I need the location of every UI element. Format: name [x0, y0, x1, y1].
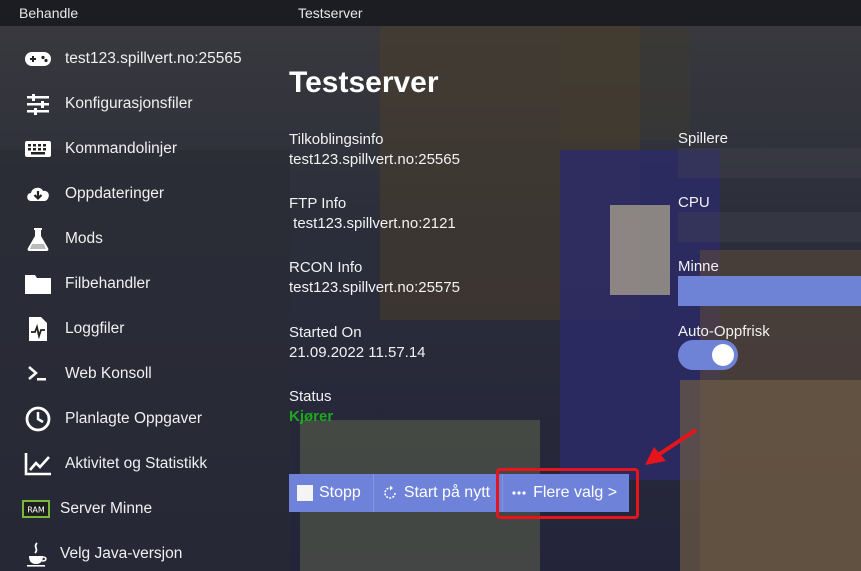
page-title: Testserver: [289, 66, 439, 99]
sidebar-item-label: Aktivitet og Statistikk: [65, 455, 208, 472]
sidebar-item-config-files[interactable]: Konfigurasjonsfiler: [22, 86, 277, 122]
status-label: Status: [289, 388, 332, 405]
java-icon: [20, 540, 52, 568]
connection-info-label: Tilkoblingsinfo: [289, 131, 384, 148]
sidebar-item-label: test123.spillvert.no:25565: [65, 50, 242, 67]
cpu-label: CPU: [678, 194, 710, 211]
highlight-box: [496, 468, 639, 519]
sidebar-item-label: Kommandolinjer: [65, 140, 177, 157]
rcon-info: RCON Info test123.spillvert.no:25575: [289, 258, 460, 298]
sidebar-item-label: Oppdateringer: [65, 185, 165, 202]
section-title: Behandle: [19, 5, 79, 21]
sidebar-item-log-files[interactable]: Loggfiler: [22, 311, 277, 347]
sidebar-item-connection[interactable]: test123.spillvert.no:25565: [22, 41, 277, 77]
stop-label: Stopp: [319, 484, 361, 501]
sidebar-item-label: Planlagte Oppgaver: [65, 410, 203, 427]
sidebar-item-java-version[interactable]: Velg Java-versjon: [20, 536, 275, 571]
sidebar: test123.spillvert.no:25565 Konfigurasjon…: [0, 26, 280, 571]
sidebar-item-web-console[interactable]: Web Konsoll: [22, 356, 277, 392]
started-on-value: 21.09.2022 11.57.14: [289, 344, 426, 361]
chart-line-icon: [22, 450, 54, 478]
started-on: Started On 21.09.2022 11.57.14: [289, 323, 426, 363]
sidebar-item-label: Velg Java-versjon: [60, 545, 183, 562]
folder-icon: [22, 270, 54, 298]
sidebar-item-updates[interactable]: Oppdateringer: [22, 176, 277, 212]
sliders-icon: [22, 90, 54, 118]
sidebar-item-scheduled-tasks[interactable]: Planlagte Oppgaver: [22, 401, 277, 437]
cloud-download-icon: [22, 180, 54, 208]
memory-label: Minne: [678, 258, 719, 275]
log-file-icon: [22, 315, 54, 343]
restart-label: Start på nytt: [403, 484, 491, 501]
stop-icon: [297, 485, 313, 501]
cpu-bar: [678, 212, 861, 242]
svg-text:RAM: RAM: [27, 506, 45, 515]
title-bar: Behandle Testserver: [0, 0, 861, 26]
status-badge: Kjører: [289, 408, 334, 425]
players-label: Spillere: [678, 130, 729, 147]
rcon-info-value: test123.spillvert.no:25575: [289, 279, 460, 296]
ram-icon: RAM: [20, 495, 52, 523]
auto-refresh-label: Auto-Oppfrisk: [678, 323, 770, 340]
connection-info: Tilkoblingsinfo test123.spillvert.no:255…: [289, 130, 460, 170]
ftp-info-label: FTP Info: [289, 195, 347, 212]
sidebar-item-label: Server Minne: [60, 500, 153, 517]
server-status: Status Kjører: [289, 387, 333, 427]
arrow-icon: [645, 428, 698, 465]
sidebar-item-label: Filbehandler: [65, 275, 151, 292]
sidebar-item-file-manager[interactable]: Filbehandler: [22, 266, 277, 302]
gamepad-icon: [22, 45, 54, 73]
stop-button[interactable]: Stopp: [289, 474, 374, 512]
auto-refresh-toggle[interactable]: [678, 340, 738, 370]
restart-icon: [382, 485, 398, 501]
toggle-knob: [712, 344, 734, 366]
server-title: Testserver: [298, 5, 363, 21]
connection-info-value: test123.spillvert.no:25565: [289, 151, 460, 168]
keyboard-icon: [22, 135, 54, 163]
memory-bar: [678, 276, 861, 306]
restart-button[interactable]: Start på nytt: [373, 474, 504, 512]
flask-icon: [22, 225, 54, 253]
sidebar-item-activity-stats[interactable]: Aktivitet og Statistikk: [22, 446, 277, 482]
sidebar-item-label: Loggfiler: [65, 320, 125, 337]
rcon-info-label: RCON Info: [289, 259, 363, 276]
ftp-info-value: test123.spillvert.no:2121: [289, 215, 456, 232]
sidebar-item-label: Konfigurasjonsfiler: [65, 95, 193, 112]
sidebar-item-command-lines[interactable]: Kommandolinjer: [22, 131, 277, 167]
sidebar-item-mods[interactable]: Mods: [22, 221, 277, 257]
started-on-label: Started On: [289, 324, 362, 341]
sidebar-item-label: Mods: [65, 230, 103, 247]
ftp-info: FTP Info test123.spillvert.no:2121: [289, 194, 456, 234]
sidebar-item-server-memory[interactable]: RAM Server Minne: [20, 491, 275, 527]
players-bar: [678, 148, 861, 178]
sidebar-item-label: Web Konsoll: [65, 365, 152, 382]
clock-icon: [22, 405, 54, 433]
terminal-icon: [22, 360, 54, 388]
